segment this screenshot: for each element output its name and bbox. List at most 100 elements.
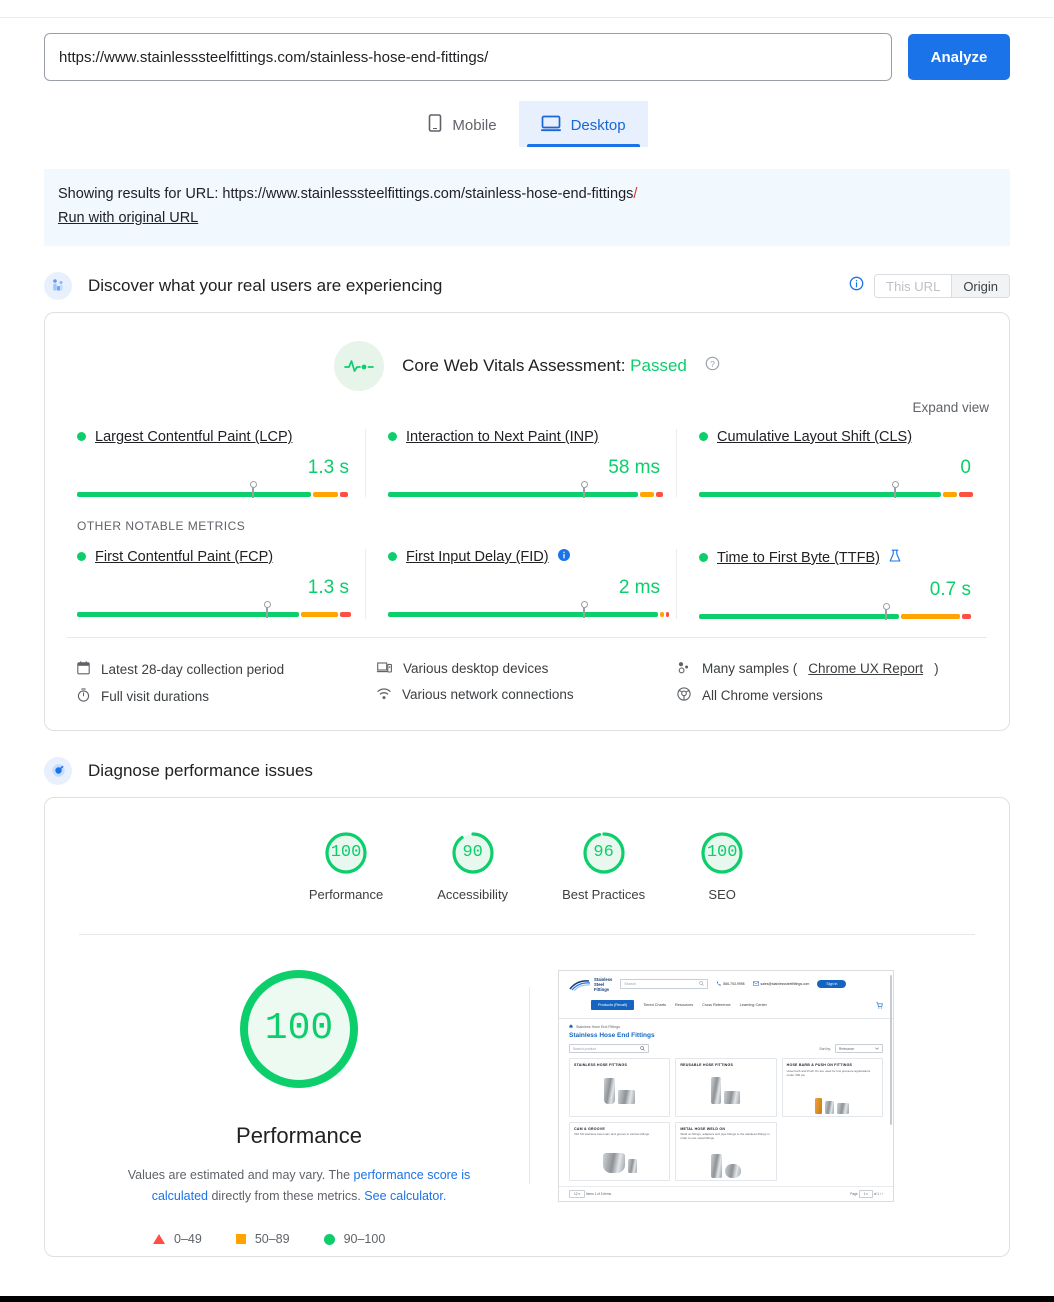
- perf-desc-part1: Values are estimated and may vary. The: [127, 1167, 354, 1182]
- score-ring-seo: 100: [699, 830, 745, 876]
- metric-inp-bar: [388, 480, 666, 498]
- thumb-logo-line2: Steel: [594, 981, 605, 987]
- metric-inp: Interaction to Next Paint (INP) 58 ms: [365, 428, 676, 498]
- thumb-card-images: [574, 1070, 665, 1105]
- thumb-product-grid: STAINLESS HOSE FITTINGS REUSABLE HOSE FI…: [559, 1058, 893, 1181]
- thumb-grid-empty-cell: [782, 1122, 883, 1181]
- see-calculator-link[interactable]: See calculator.: [364, 1189, 446, 1203]
- thumb-breadcrumb: Stainless Hose End Fittings: [559, 1019, 893, 1030]
- thumb-card-desc: Weld on fittings, adapters and pipe fitt…: [680, 1132, 770, 1141]
- legend-item-average: 50–89: [235, 1232, 290, 1247]
- metric-fid-label[interactable]: First Input Delay (FID): [406, 549, 549, 565]
- home-icon: [569, 1024, 573, 1029]
- thumb-card-title: REUSABLE HOSE FITTINGS: [680, 1063, 734, 1068]
- thumb-logo-line1: Stainless: [594, 976, 613, 982]
- legend-item-good: 90–100: [323, 1232, 386, 1247]
- thumb-card-title: HOSE BARB & PUSH ON FITTINGS: [786, 1063, 853, 1068]
- thumb-logo-text: Stainless Steel Fittings: [594, 977, 612, 993]
- fact-collection-period: Latest 28-day collection period: [77, 656, 377, 683]
- thumb-card-desc: Hose barb and Push On are used for low p…: [786, 1068, 871, 1077]
- scope-this-url-button[interactable]: This URL: [875, 274, 952, 297]
- expand-view-button[interactable]: Expand view: [912, 400, 989, 415]
- phone-icon: [716, 981, 722, 987]
- metric-cls-label[interactable]: Cumulative Layout Shift (CLS): [717, 429, 912, 445]
- thumb-items-text: Items 1 of 5 items: [585, 1191, 612, 1196]
- tab-mobile-label: Mobile: [452, 116, 497, 134]
- thumb-email-address: sales@stainlesssteelfittings.com: [760, 982, 810, 987]
- metric-lcp-marker: [250, 480, 258, 498]
- thumb-nav-products: Products (Recall): [591, 1000, 635, 1011]
- score-seo-value: 100: [706, 843, 738, 863]
- metric-inp-label[interactable]: Interaction to Next Paint (INP): [406, 429, 599, 445]
- info-icon[interactable]: [849, 276, 864, 296]
- scope-origin-button[interactable]: Origin: [951, 274, 1009, 297]
- fact-samples: Many samples (Chrome UX Report): [677, 656, 977, 682]
- diagnose-icon: [44, 756, 72, 785]
- metric-fcp: First Contentful Paint (FCP) 1.3 s: [67, 549, 365, 619]
- metric-fcp-value: 1.3 s: [307, 576, 349, 598]
- score-best-practices[interactable]: 96 Best Practices: [562, 830, 645, 902]
- svg-text:?: ?: [710, 359, 715, 369]
- page-screenshot-thumbnail[interactable]: Stainless Steel Fittings Search 866-753-…: [558, 969, 894, 1202]
- metric-fid-bar: [388, 600, 669, 618]
- score-accessibility[interactable]: 90 Accessibility: [437, 830, 508, 902]
- info-icon[interactable]: [557, 548, 570, 565]
- thumb-card-images: [680, 1070, 771, 1105]
- thumb-page-nav: Page 1 ▾ of 1 ‹ ›: [850, 1189, 883, 1198]
- thumb-card-images: [574, 1139, 665, 1174]
- metric-ttfb-value: 0.7 s: [929, 578, 971, 600]
- url-input[interactable]: [44, 33, 892, 81]
- chevron-down-icon: [875, 1047, 879, 1051]
- score-seo[interactable]: 100 SEO: [699, 830, 745, 902]
- metric-lcp-bar: [77, 480, 355, 498]
- cwv-assessment-header: Core Web Vitals Assessment: Passed ?: [45, 313, 1009, 399]
- score-performance[interactable]: 100 Performance: [309, 830, 383, 902]
- legend-range-average: 50–89: [254, 1232, 290, 1247]
- metric-fcp-label[interactable]: First Contentful Paint (FCP): [95, 549, 273, 565]
- metric-lcp-name: Largest Contentful Paint (LCP): [77, 429, 355, 445]
- score-seo-label: SEO: [708, 886, 736, 902]
- wifi-icon: [377, 687, 391, 703]
- metric-ttfb-label[interactable]: Time to First Byte (TTFB): [717, 550, 880, 566]
- legend-range-poor: 0–49: [174, 1232, 202, 1247]
- thumb-site-logo: Stainless Steel Fittings: [569, 977, 612, 993]
- thumb-card-images: [680, 1144, 771, 1178]
- fact-collection-period-text: Latest 28-day collection period: [101, 661, 285, 677]
- thumb-page-input: 1 ▾: [858, 1189, 873, 1198]
- thumb-sort: Sort by: Relevance: [819, 1044, 883, 1054]
- status-dot-good: [388, 552, 397, 562]
- prev-page-icon: ‹: [879, 1191, 882, 1196]
- run-original-url-link[interactable]: Run with original URL: [58, 207, 198, 229]
- thumb-header: Stainless Steel Fittings Search 866-753-…: [559, 971, 893, 995]
- samples-icon: [677, 661, 691, 677]
- lab-data-header: Diagnose performance issues: [44, 756, 1010, 785]
- thumb-signin-button: Sign in: [817, 980, 847, 989]
- legend-range-good: 90–100: [343, 1232, 386, 1247]
- scope-toggle-group: This URL Origin: [849, 273, 1010, 298]
- tab-mobile[interactable]: Mobile: [406, 101, 518, 147]
- thumb-search-box: Search: [620, 979, 709, 990]
- category-scores: 100 Performance 90 Accessibility 96 Best…: [45, 798, 1009, 912]
- experiment-icon[interactable]: [889, 549, 901, 567]
- chrome-ux-report-link[interactable]: Chrome UX Report: [808, 661, 923, 676]
- redirect-notice: Showing results for URL: https://www.sta…: [44, 169, 1010, 246]
- notice-highlight: /: [633, 186, 638, 202]
- perf-vertical-divider: [529, 986, 530, 1185]
- fact-samples-suffix: ): [934, 661, 939, 677]
- analyze-button[interactable]: Analyze: [908, 34, 1010, 80]
- status-dot-good: [699, 432, 708, 442]
- metric-lcp-label[interactable]: Largest Contentful Paint (LCP): [95, 429, 292, 445]
- thumb-nav-item-1: Resources: [674, 1003, 694, 1008]
- score-accessibility-value: 90: [462, 843, 483, 863]
- thumb-email: sales@stainlesssteelfittings.com: [752, 981, 810, 987]
- thumb-nav: Products (Recall) Tiered Charts Resource…: [559, 994, 893, 1020]
- cwv-assessment-text: Core Web Vitals Assessment: Passed: [402, 356, 687, 376]
- thumb-product-card: CAM & GROOVE 316 SS stainless steel cam …: [569, 1121, 671, 1181]
- thumb-pagination: 12 ▾ Items 1 of 5 items Page 1 ▾ of 1 ‹ …: [559, 1185, 893, 1201]
- tab-desktop[interactable]: Desktop: [518, 101, 648, 147]
- facts-column-1: Latest 28-day collection period Full vis…: [77, 656, 377, 710]
- score-best-practices-value: 96: [593, 843, 614, 863]
- help-icon[interactable]: ?: [705, 356, 720, 376]
- thumb-sort-value: Relevance: [839, 1046, 855, 1051]
- score-ring-best-practices: 96: [581, 830, 627, 876]
